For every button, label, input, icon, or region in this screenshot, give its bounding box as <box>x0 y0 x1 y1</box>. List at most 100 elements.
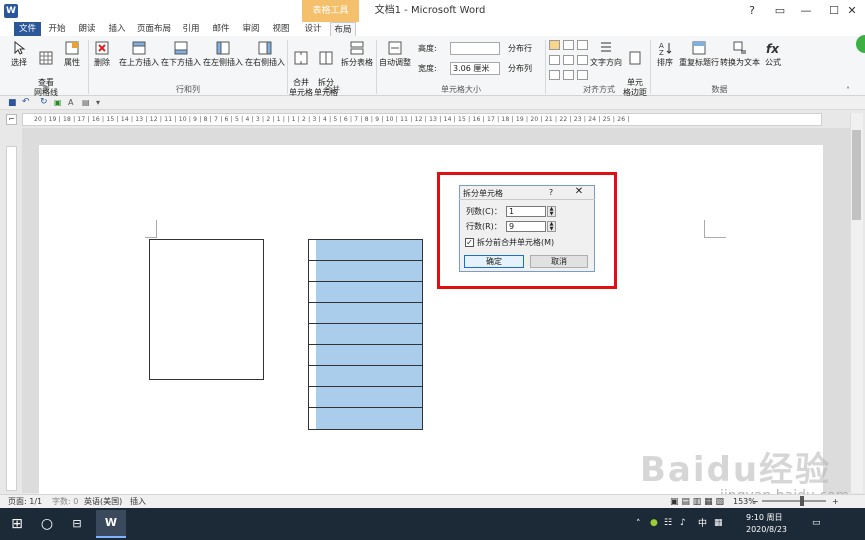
tab-references[interactable]: 引用 <box>178 22 204 36</box>
tray-chevron-icon[interactable]: ˄ <box>636 518 641 530</box>
tab-insert[interactable]: 插入 <box>104 22 130 36</box>
notification-icon[interactable]: ▭ <box>812 517 821 529</box>
width-label: 宽度: <box>418 64 437 73</box>
insert-below-button[interactable]: 在下方插入 <box>160 40 202 68</box>
zoom-out-icon[interactable]: − <box>752 497 759 507</box>
page-count[interactable]: 页面: 1/1 <box>8 497 42 507</box>
table-row-line <box>308 260 423 261</box>
table-row-line <box>308 344 423 345</box>
volume-icon[interactable]: ♪ <box>680 517 686 529</box>
tab-home[interactable]: 开始 <box>44 22 70 36</box>
repeat-header-rows-button[interactable]: 重复标题行 <box>678 40 720 68</box>
word-taskbar-icon[interactable]: W <box>96 510 126 538</box>
clock-date[interactable]: 2020/8/23 <box>746 524 787 536</box>
autofit-button[interactable]: 自动调整 <box>378 40 412 68</box>
rows-spinner-icon[interactable]: ▲ ▼ <box>547 221 556 232</box>
table-row-line <box>308 323 423 324</box>
split-cells-icon <box>319 51 333 65</box>
word-app-icon[interactable]: W <box>4 4 18 18</box>
align-bottom-left-icon[interactable] <box>549 70 560 80</box>
align-bottom-right-icon[interactable] <box>577 70 588 80</box>
align-middle-center-icon[interactable] <box>563 55 574 65</box>
columns-input[interactable]: 1 <box>506 206 546 217</box>
align-top-right-icon[interactable] <box>577 40 588 50</box>
text-direction-button[interactable]: 文字方向 <box>590 40 622 68</box>
insert-right-icon <box>258 41 272 55</box>
redo-icon[interactable]: ↻ <box>40 97 48 107</box>
dialog-close-icon[interactable]: ✕ <box>573 186 585 197</box>
tab-review[interactable]: 审阅 <box>238 22 264 36</box>
insert-above-button[interactable]: 在上方插入 <box>118 40 160 68</box>
formula-button[interactable]: fx 公式 <box>760 40 786 68</box>
insert-left-button[interactable]: 在左侧插入 <box>202 40 244 68</box>
insert-left-icon <box>216 41 230 55</box>
tab-layout[interactable]: 布局 <box>330 22 356 36</box>
table-row-line <box>308 365 423 366</box>
word-count[interactable]: 字数: 0 <box>52 497 78 507</box>
format-painter-icon[interactable]: ▤ <box>82 98 90 107</box>
sort-button[interactable]: AZ 排序 <box>653 40 677 68</box>
group-separator <box>545 40 546 94</box>
input-method-indicator[interactable]: 中 <box>698 518 707 530</box>
tab-view[interactable]: 视图 <box>268 22 294 36</box>
width-input[interactable]: 3.06 厘米 <box>450 62 500 75</box>
view-mode-icons[interactable]: ▣ ▤ ▥ ▦ ▧ <box>670 497 724 507</box>
search-icon[interactable]: ○ <box>34 508 60 540</box>
height-input[interactable] <box>450 42 500 55</box>
tab-mailings[interactable]: 邮件 <box>208 22 234 36</box>
language-indicator[interactable]: 英语(美国) <box>84 497 122 507</box>
distribute-rows-button[interactable]: 分布行 <box>508 42 544 56</box>
properties-button[interactable]: 属性 <box>60 40 84 68</box>
align-middle-left-icon[interactable] <box>549 55 560 65</box>
zoom-slider-thumb[interactable] <box>800 496 804 506</box>
quick-print-icon[interactable]: ▣ <box>54 98 62 107</box>
help-icon[interactable]: ? <box>738 0 766 22</box>
merge-before-split-checkbox[interactable]: ✓ <box>465 238 474 247</box>
dialog-help-icon[interactable]: ? <box>546 188 556 197</box>
insert-mode[interactable]: 插入 <box>130 497 146 507</box>
clock-time[interactable]: 9:10 周日 <box>746 512 783 524</box>
zoom-in-icon[interactable]: + <box>832 497 839 507</box>
tray-app-icon[interactable]: ● <box>650 517 658 529</box>
customize-qat-icon[interactable]: ▾ <box>96 98 100 107</box>
quick-access-toolbar: ■ ↶ ↻ ▣ A ▤ ▾ <box>0 96 865 110</box>
collapse-ribbon-icon[interactable]: ˄ <box>846 86 850 95</box>
ribbon-display-icon[interactable]: ▭ <box>766 0 794 22</box>
table-cell-unsplit[interactable] <box>149 239 264 380</box>
columns-spinner-icon[interactable]: ▲ ▼ <box>547 206 556 217</box>
group-label-cell-size: 单元格大小 <box>441 85 481 94</box>
convert-to-text-button[interactable]: 转换为文本 <box>720 40 760 68</box>
split-table-button[interactable]: 拆分表格 <box>339 40 375 68</box>
align-middle-right-icon[interactable] <box>577 55 588 65</box>
task-view-icon[interactable]: ⊟ <box>64 508 90 540</box>
tab-page-layout[interactable]: 页面布局 <box>134 22 174 36</box>
spelling-icon[interactable]: A <box>68 98 73 107</box>
align-top-center-icon[interactable] <box>563 40 574 50</box>
tab-read-aloud[interactable]: 朗读 <box>74 22 100 36</box>
network-icon[interactable]: ☷ <box>664 517 672 529</box>
minimize-button[interactable]: — <box>792 0 820 22</box>
delete-button[interactable]: 删除 <box>90 40 114 68</box>
save-icon[interactable]: ■ <box>8 98 17 108</box>
rows-input[interactable]: 9 <box>506 221 546 232</box>
scrollbar-thumb[interactable] <box>852 130 861 220</box>
windows-start-icon[interactable]: ⊞ <box>4 508 30 540</box>
undo-icon[interactable]: ↶ <box>22 97 30 107</box>
align-top-left-icon[interactable] <box>549 40 560 50</box>
vertical-ruler[interactable] <box>6 146 17 491</box>
tab-selector-icon[interactable]: ⌐ <box>6 114 17 125</box>
insert-right-button[interactable]: 在右侧插入 <box>244 40 286 68</box>
group-separator <box>88 40 89 94</box>
cancel-button[interactable]: 取消 <box>530 255 588 268</box>
group-separator <box>650 40 651 94</box>
tab-file[interactable]: 文件 <box>14 22 41 36</box>
ime-icon[interactable]: ▦ <box>714 517 723 529</box>
ok-button[interactable]: 确定 <box>464 255 524 268</box>
close-button[interactable]: ✕ <box>838 0 865 22</box>
zoom-slider[interactable] <box>762 500 826 502</box>
distribute-columns-button[interactable]: 分布列 <box>508 62 544 76</box>
select-button[interactable]: 选择 <box>6 40 32 68</box>
table-row-line <box>308 281 423 282</box>
align-bottom-center-icon[interactable] <box>563 70 574 80</box>
tab-design[interactable]: 设计 <box>300 22 326 36</box>
